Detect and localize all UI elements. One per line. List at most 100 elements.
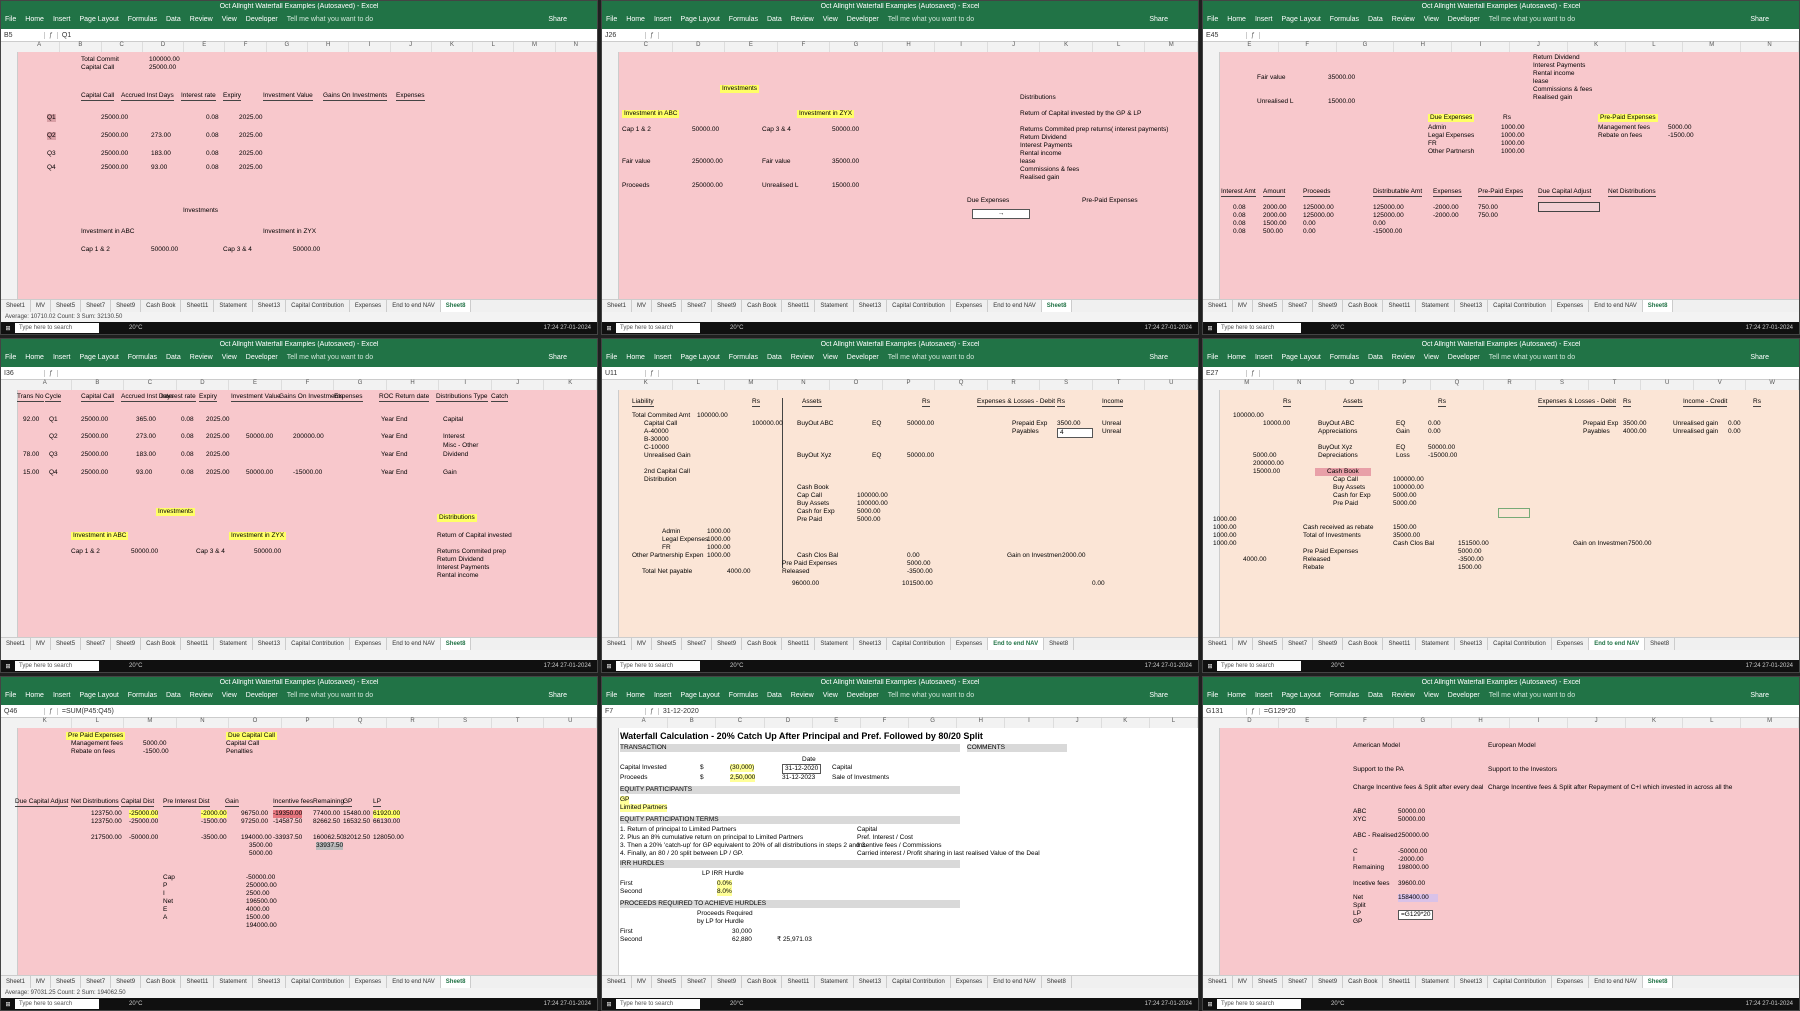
sheet-tab[interactable]: Cash Book	[1343, 638, 1384, 650]
cell[interactable]: EQ	[872, 452, 881, 460]
cell[interactable]: Released	[1303, 556, 1330, 564]
sheet-tab[interactable]: Sheet7	[682, 300, 713, 312]
cell[interactable]: Return Dividend	[437, 556, 484, 564]
sheet-tab[interactable]: Sheet13	[854, 300, 888, 312]
sheet-tab[interactable]: MV	[632, 300, 653, 312]
sheet-tab[interactable]: Sheet13	[253, 976, 287, 988]
cell[interactable]: 32012.50	[343, 834, 370, 842]
windows-start-icon[interactable]: ⊞	[1203, 1001, 1217, 1008]
cell[interactable]: First	[620, 928, 633, 936]
cell[interactable]: 5000.00	[1393, 492, 1417, 500]
menu-tab[interactable]: Insert	[53, 692, 71, 699]
column-header[interactable]: V	[1694, 380, 1747, 390]
cell[interactable]: Year End	[381, 416, 408, 424]
sheet-tab[interactable]: Sheet5	[652, 300, 683, 312]
column-header[interactable]: I	[1510, 718, 1568, 728]
excel-window-p7[interactable]: Oct Allright Waterfall Examples (Autosav…	[0, 676, 598, 1011]
name-box[interactable]: U11	[602, 369, 646, 377]
cell[interactable]: Capital Invested	[620, 764, 667, 772]
cell[interactable]: Unrealised L	[1257, 98, 1294, 106]
cell[interactable]: Expenses & Losses - Debit	[1538, 398, 1617, 407]
menu-tab[interactable]: Formulas	[1330, 692, 1359, 699]
menu-tab[interactable]: View	[823, 354, 838, 361]
menu-tab[interactable]: Formulas	[128, 354, 157, 361]
name-box[interactable]: E45	[1203, 31, 1247, 39]
cell[interactable]: COMMENTS	[967, 744, 1067, 752]
cell[interactable]: (30,000)	[730, 764, 755, 772]
column-title[interactable]: Proceeds	[1303, 188, 1331, 197]
cell[interactable]: 0.00	[1428, 428, 1441, 436]
cell[interactable]: 93.00	[151, 164, 167, 172]
cell[interactable]: 273.00	[136, 433, 156, 441]
cell[interactable]: 25000.00	[149, 64, 176, 72]
sheet-tab[interactable]: Sheet8	[1645, 638, 1676, 650]
cell[interactable]: Misc - Other	[443, 442, 478, 450]
cell[interactable]: 15000.00	[832, 182, 859, 190]
cell[interactable]: LP IRR Hurdle	[702, 870, 744, 878]
column-header[interactable]: K	[432, 42, 474, 52]
cell[interactable]: Pre-Paid Expenses	[1082, 197, 1138, 205]
column-header[interactable]: M	[1741, 718, 1799, 728]
cell[interactable]: 35000.00	[1393, 532, 1420, 540]
sheet-tab[interactable]: Sheet7	[81, 638, 112, 650]
cell[interactable]: 25000.00	[81, 469, 108, 477]
cell[interactable]: Distribution	[644, 476, 677, 484]
cell[interactable]: Assets	[802, 398, 822, 407]
column-header[interactable]: J	[1054, 718, 1102, 728]
cell[interactable]: 2025.00	[206, 469, 230, 477]
sheet-tab[interactable]: End to end NAV	[988, 638, 1045, 650]
column-header[interactable]: E	[184, 42, 226, 52]
cell[interactable]: Depreciations	[1318, 452, 1358, 460]
cell[interactable]: TRANSACTION	[620, 744, 960, 752]
sheet-tab[interactable]: Sheet9	[1313, 976, 1344, 988]
column-header[interactable]: D	[1221, 718, 1279, 728]
share-button[interactable]: Share	[1149, 354, 1168, 361]
cell[interactable]: 96750.00	[241, 810, 268, 818]
cell[interactable]: 0.08	[1233, 228, 1246, 236]
column-header[interactable]: K	[1626, 718, 1684, 728]
cell[interactable]: Management fees	[71, 740, 123, 748]
menu-tab[interactable]: Data	[166, 354, 181, 361]
cell[interactable]: Admin	[662, 528, 680, 536]
column-header[interactable]: A	[620, 718, 669, 728]
cell[interactable]: Q3	[47, 150, 56, 158]
cell[interactable]: GP	[620, 796, 630, 804]
cell[interactable]: $	[700, 774, 704, 782]
cell[interactable]: 50000.00	[832, 126, 859, 134]
column-header[interactable]: O	[830, 380, 883, 390]
cell[interactable]: First	[620, 880, 633, 888]
cell[interactable]: 123750.00	[91, 810, 122, 818]
sheet-tab[interactable]: End to end NAV	[988, 976, 1042, 988]
windows-start-icon[interactable]: ⊞	[1203, 663, 1217, 670]
column-header[interactable]: K	[19, 718, 72, 728]
selected-cell[interactable]	[1538, 202, 1600, 212]
sheet-grid[interactable]: Pre Paid Expenses Management fees 5000.00 R…	[1, 728, 597, 976]
cell[interactable]: 125000.00	[1303, 204, 1334, 212]
cell[interactable]: 160062.50	[313, 834, 344, 842]
cell[interactable]: Other Partnersh	[1428, 148, 1474, 156]
cell[interactable]: 5000.00	[857, 508, 881, 516]
tell-me-box[interactable]: Tell me what you want to do	[287, 16, 373, 23]
sheet-tab[interactable]: Cash Book	[141, 300, 182, 312]
name-box[interactable]: B5	[1, 31, 45, 39]
column-header[interactable]: K	[1568, 42, 1626, 52]
cell[interactable]: ABC	[1353, 808, 1366, 816]
sheet-tab[interactable]: Sheet13	[1455, 976, 1489, 988]
menu-tab[interactable]: Data	[767, 16, 782, 23]
cell[interactable]: 0.08	[206, 114, 219, 122]
menu-tab[interactable]: Page Layout	[1281, 354, 1320, 361]
sheet-tab[interactable]: Sheet5	[652, 976, 683, 988]
cell[interactable]: A-40000	[644, 428, 669, 436]
column-header[interactable]: W	[1746, 380, 1799, 390]
cell[interactable]: 0.00	[907, 552, 920, 560]
cell[interactable]: 250000.00	[1398, 832, 1429, 840]
sheet-tab[interactable]: Cash Book	[742, 638, 783, 650]
cell[interactable]: Support to the PA	[1353, 766, 1404, 774]
column-header[interactable]: P	[282, 718, 335, 728]
cell[interactable]: Cash Clos Bal	[1393, 540, 1434, 548]
column-header[interactable]: G	[830, 42, 883, 52]
fx-icon[interactable]: ƒ	[646, 369, 659, 377]
cell[interactable]: 5000.00	[1253, 452, 1277, 460]
sheet-tab[interactable]: Capital Contribution	[887, 300, 951, 312]
cell[interactable]: Rental income	[1533, 70, 1575, 78]
